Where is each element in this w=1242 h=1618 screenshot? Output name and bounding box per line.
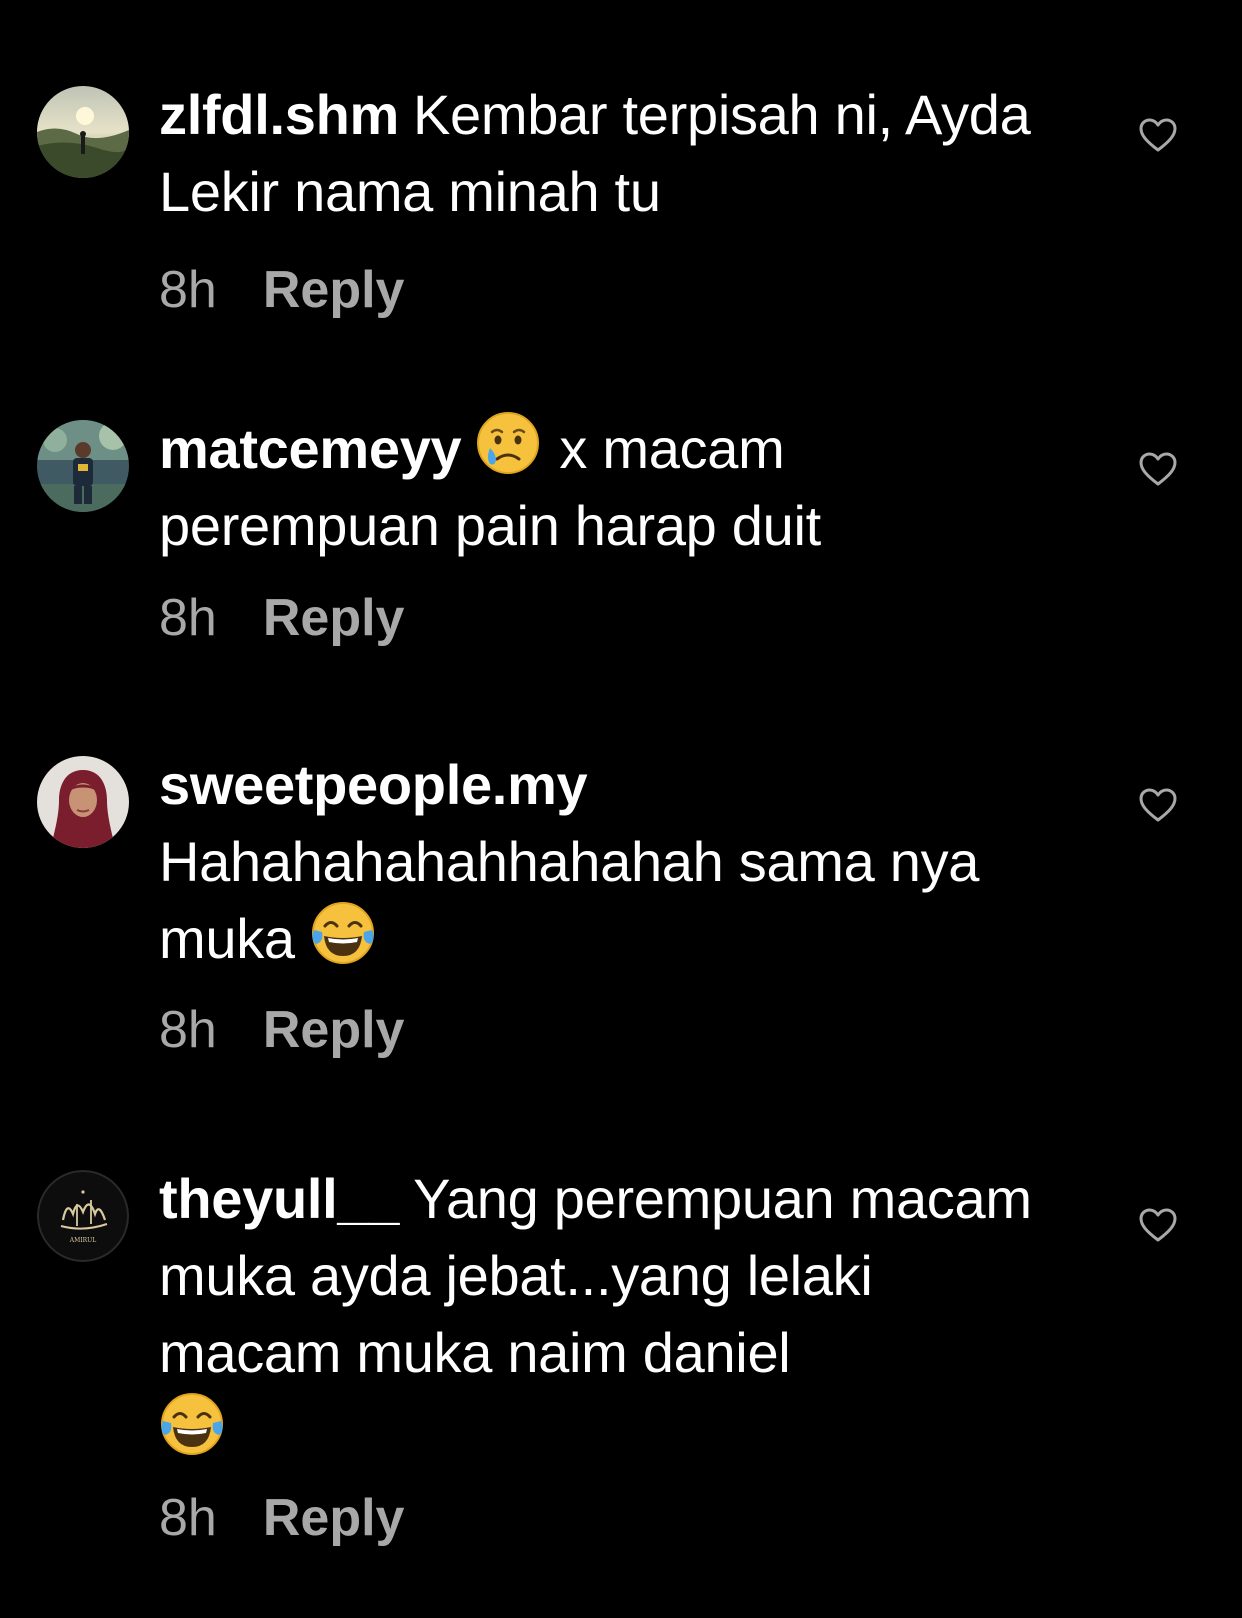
landscape-avatar-icon <box>37 86 129 178</box>
comment-body: sweetpeople.my Hahahahahahhahahah sama ny… <box>159 746 1059 977</box>
reply-button[interactable]: Reply <box>263 1001 405 1059</box>
face-with-tears-of-joy-icon <box>161 1393 223 1455</box>
comment-meta: 8h Reply <box>159 1488 404 1548</box>
comment-username[interactable]: theyull__ <box>159 1167 399 1230</box>
comment-meta: 8h Reply <box>159 1000 404 1060</box>
avatar[interactable]: AMIRUL <box>37 1170 129 1262</box>
reply-button[interactable]: Reply <box>263 589 405 647</box>
calligraphy-avatar-icon: AMIRUL <box>37 1170 129 1262</box>
comment-body: zlfdl.shm Kembar terpisah ni, Ayda Lekir … <box>159 76 1059 230</box>
heart-icon[interactable] <box>1138 450 1178 490</box>
woman-hijab-avatar-icon <box>37 756 129 848</box>
comment-body: theyull__ Yang perempuan macam muka ayda … <box>159 1160 1059 1468</box>
crying-face-icon <box>477 412 540 474</box>
avatar[interactable] <box>37 86 129 178</box>
comment-username[interactable]: sweetpeople.my <box>159 753 588 816</box>
comment-time: 8h <box>159 1489 217 1547</box>
avatar[interactable] <box>37 420 129 512</box>
avatar-caption: AMIRUL <box>69 1237 96 1244</box>
avatar[interactable] <box>37 756 129 848</box>
face-with-tears-of-joy-icon <box>312 902 375 964</box>
comment-username[interactable]: zlfdl.shm <box>159 83 399 146</box>
comment-time: 8h <box>159 261 217 319</box>
comment-meta: 8h Reply <box>159 260 404 320</box>
comment-username[interactable]: matcemeyy <box>159 417 462 480</box>
reply-button[interactable]: Reply <box>263 1489 405 1547</box>
heart-icon[interactable] <box>1138 116 1178 156</box>
heart-icon[interactable] <box>1138 786 1178 826</box>
comment-time: 8h <box>159 1001 217 1059</box>
comment-meta: 8h Reply <box>159 588 404 648</box>
comment-time: 8h <box>159 589 217 647</box>
comment-body: matcemeyy x macam perempuan pain harap d… <box>159 410 1059 564</box>
reply-button[interactable]: Reply <box>263 261 405 319</box>
person-avatar-icon <box>37 420 129 512</box>
heart-icon[interactable] <box>1138 1206 1178 1246</box>
comment-text: Hahahahahahhahahah sama nya muka <box>159 830 980 970</box>
